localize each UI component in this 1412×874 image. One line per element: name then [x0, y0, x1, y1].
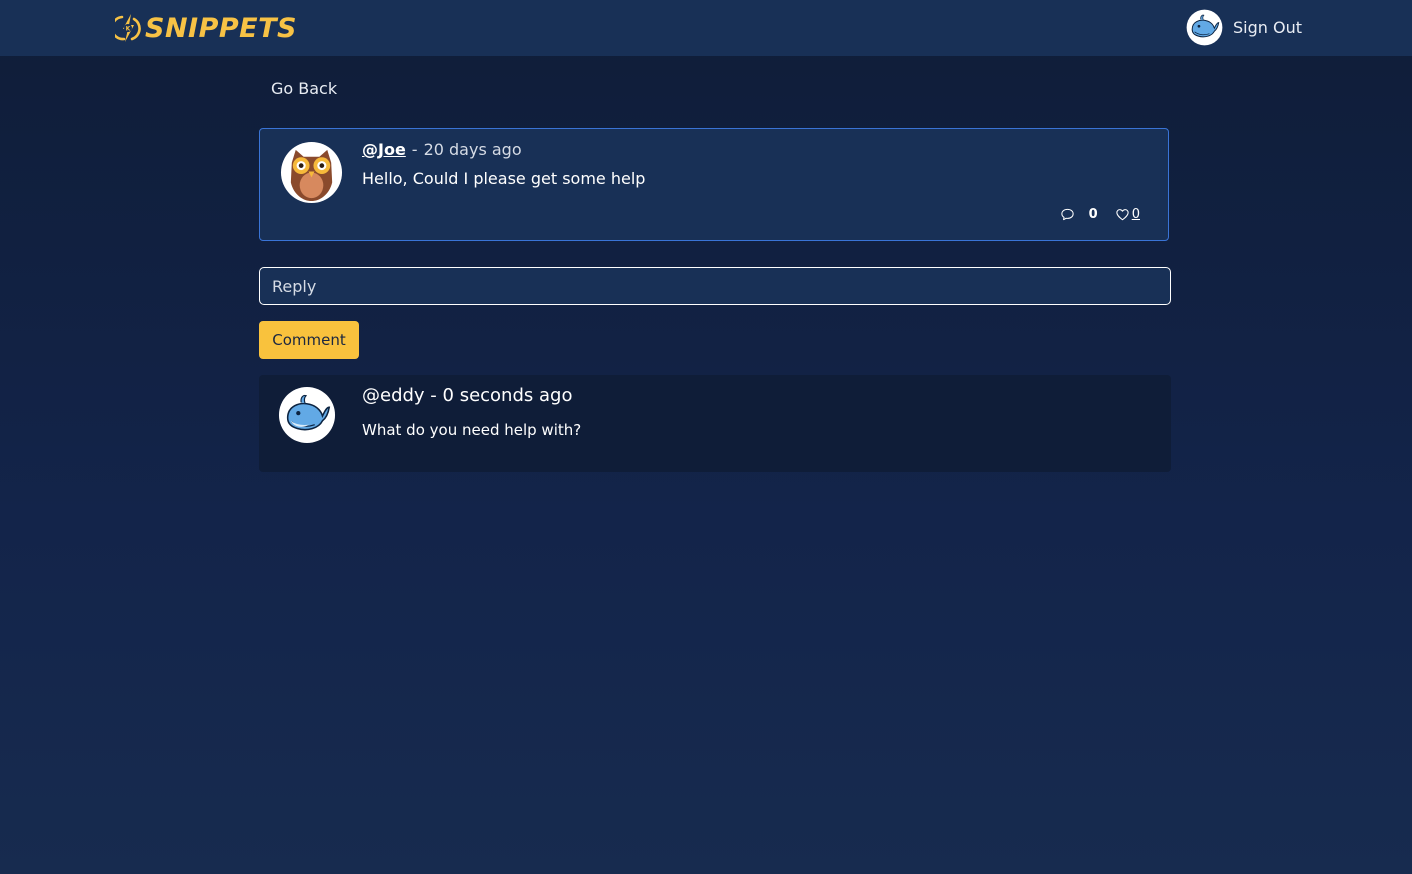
reply-card: @eddy - 0 seconds ago What do you need h… [259, 375, 1171, 472]
meta-separator: - [411, 140, 418, 159]
comment-count: 0 [1088, 207, 1098, 222]
brand[interactable]: K SNIPPETS [115, 10, 297, 46]
sign-out-link[interactable]: Sign Out [1233, 18, 1302, 37]
post-actions: 0 0 [1060, 207, 1140, 222]
post-timestamp: 20 days ago [423, 140, 522, 159]
snippets-logo-icon: K [115, 14, 141, 42]
top-navbar: K SNIPPETS Sign Out [0, 0, 1412, 56]
post-card: @Joe -20 days ago Hello, Could I please g… [259, 128, 1169, 241]
post-body: Hello, Could I please get some help [362, 169, 646, 188]
like-button[interactable]: 0 [1115, 207, 1140, 222]
nav-user-area: Sign Out [1186, 9, 1302, 46]
post-meta: @Joe -20 days ago [362, 140, 522, 159]
reply-body: What do you need help with? [362, 421, 582, 439]
whale-avatar[interactable] [278, 386, 336, 444]
go-back-link[interactable]: Go Back [271, 79, 337, 98]
brand-name: SNIPPETS [145, 12, 297, 44]
reply-input[interactable] [259, 267, 1171, 305]
svg-text:K: K [126, 26, 131, 33]
comment-button[interactable]: Comment [259, 321, 359, 359]
post-author-link[interactable]: @Joe [362, 140, 406, 159]
like-count: 0 [1131, 207, 1140, 222]
heart-icon [1116, 209, 1129, 221]
user-avatar[interactable] [1186, 9, 1223, 46]
comment-bubble-icon[interactable] [1060, 207, 1075, 222]
reply-meta: @eddy - 0 seconds ago [362, 385, 573, 406]
owl-avatar[interactable] [280, 141, 343, 204]
